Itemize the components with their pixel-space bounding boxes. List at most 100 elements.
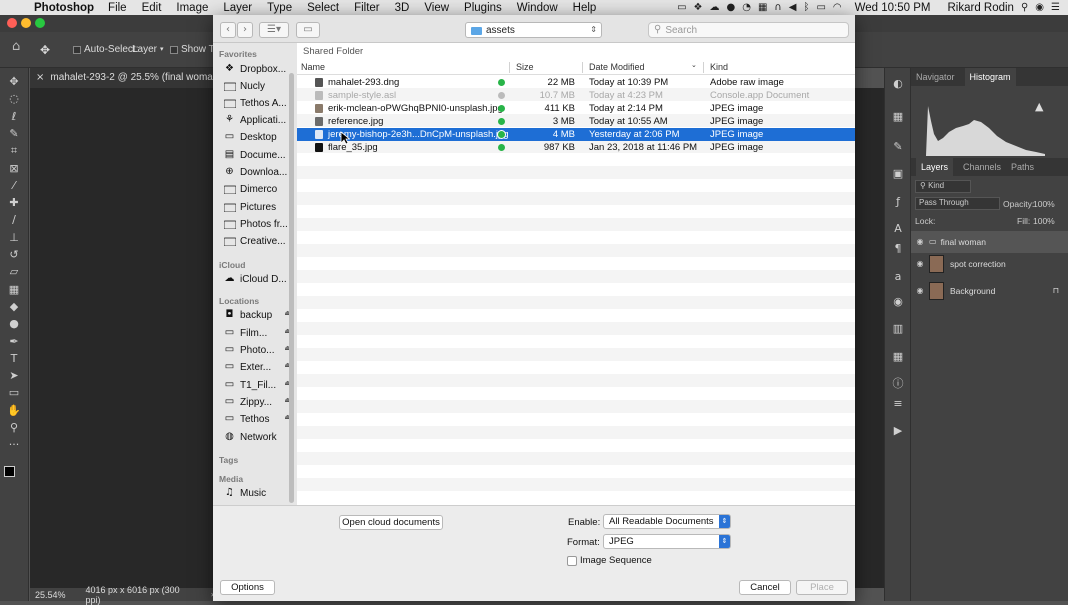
healing-brush-icon[interactable]: ✚ — [6, 197, 22, 211]
new-folder-button[interactable]: ▭ — [296, 22, 320, 38]
character-panel-icon[interactable]: A — [890, 223, 906, 237]
sidebar-item-photo[interactable]: ▭ Photo... ⏏ — [223, 342, 295, 358]
gradient-tool-icon[interactable]: ▦ — [6, 284, 22, 298]
eyedropper-icon[interactable]: ⁄ — [6, 180, 22, 194]
dodge-tool-icon[interactable]: ● — [6, 318, 22, 332]
sidebar-item-applications[interactable]: ⚘ Applicati... — [223, 112, 295, 128]
panel-icon-a[interactable]: ◐ — [890, 78, 906, 92]
frame-tool-icon[interactable]: ⊠ — [6, 163, 22, 177]
image-sequence-checkbox[interactable] — [567, 556, 577, 566]
menu-image[interactable]: Image — [176, 2, 208, 14]
column-header-kind[interactable]: Kind — [710, 62, 728, 72]
sidebar-item-backup[interactable]: ◘ backup ⏏ — [223, 307, 295, 323]
move-tool-icon[interactable]: ✥ — [6, 76, 22, 90]
file-row[interactable]: flare_35.jpg 987 KB Jan 23, 2018 at 11:4… — [297, 141, 855, 154]
zoom-window-icon[interactable] — [35, 18, 45, 28]
panel-icon-c[interactable]: ✎ — [890, 141, 906, 155]
rectangle-tool-icon[interactable]: ▭ — [6, 387, 22, 401]
tray-record-icon[interactable]: ● — [726, 2, 735, 13]
tray-headphones-icon[interactable]: ∩ — [774, 2, 781, 13]
menu-type[interactable]: Type — [267, 2, 292, 14]
sidebar-scrollbar[interactable] — [289, 73, 294, 503]
layer-row-spot-correction[interactable]: ◉ spot correction — [911, 253, 1068, 275]
tab-paths[interactable]: Paths — [1011, 162, 1034, 172]
sidebar-item-creative[interactable]: Creative... — [223, 233, 295, 249]
forward-button[interactable]: › — [237, 22, 253, 38]
file-row[interactable]: mahalet-293.dng 22 MB Today at 10:39 PM … — [297, 76, 855, 89]
sidebar-item-downloads[interactable]: ⊕ Downloa... — [223, 164, 295, 180]
tray-screen-icon[interactable]: ▭ — [677, 2, 686, 13]
type-tool-icon[interactable]: T — [6, 353, 22, 367]
sidebar-item-icloud-drive[interactable]: ☁ iCloud D... — [223, 271, 295, 287]
tray-sync-icon[interactable]: ☁ — [709, 2, 719, 13]
marquee-tool-icon[interactable]: ◌ — [6, 93, 22, 107]
panel-icon-d[interactable]: ▣ — [890, 168, 906, 182]
column-header-size[interactable]: Size — [516, 62, 534, 72]
sidebar-item-photos[interactable]: Photos fr... — [223, 216, 295, 232]
back-button[interactable]: ‹ — [220, 22, 236, 38]
document-tab[interactable]: × mahalet-293-2 @ 25.5% (final woman, RGB… — [30, 68, 215, 88]
siri-icon[interactable]: ◉ — [1035, 2, 1044, 13]
more-tools-icon[interactable]: ··· — [6, 439, 22, 453]
clone-stamp-icon[interactable]: ⊥ — [6, 232, 22, 246]
eraser-icon[interactable]: ▱ — [6, 266, 22, 280]
open-cloud-documents-button[interactable]: Open cloud documents — [339, 515, 443, 530]
tab-layers[interactable]: Layers — [916, 158, 954, 176]
opacity-value[interactable]: 100% — [1033, 199, 1055, 209]
libraries-icon[interactable]: ▥ — [890, 323, 906, 337]
close-window-icon[interactable] — [7, 18, 17, 28]
sidebar-item-documents[interactable]: ▤ Docume... — [223, 147, 295, 163]
foreground-color-swatch[interactable] — [4, 466, 15, 477]
crop-tool-icon[interactable]: ⌗ — [6, 145, 22, 159]
auto-select-checkbox[interactable] — [73, 45, 81, 54]
menu-layer[interactable]: Layer — [223, 2, 252, 14]
sidebar-item-dropbox[interactable]: ❖ Dropbox... — [223, 61, 295, 77]
layer-row-background[interactable]: ◉ Background ⊓ — [911, 280, 1068, 302]
menu-plugins[interactable]: Plugins — [464, 2, 502, 14]
tab-histogram[interactable]: Histogram — [964, 68, 1016, 86]
minimize-window-icon[interactable] — [21, 18, 31, 28]
sidebar-item-desktop[interactable]: ▭ Desktop — [223, 129, 295, 145]
info-icon[interactable]: ⓘ — [890, 378, 906, 392]
zoom-tool-icon[interactable]: ⚲ — [6, 422, 22, 436]
visibility-eye-icon[interactable]: ◉ — [911, 238, 929, 246]
brush-tool-icon[interactable]: ∕ — [6, 214, 22, 228]
hand-tool-icon[interactable]: ✋ — [6, 405, 22, 419]
place-button[interactable]: Place — [796, 580, 848, 595]
menu-filter[interactable]: Filter — [354, 2, 380, 14]
tray-dropbox-icon[interactable]: ❖ — [694, 2, 703, 13]
menu-3d[interactable]: 3D — [395, 2, 410, 14]
sidebar-item-external[interactable]: ▭ Exter... ⏏ — [223, 359, 295, 375]
path-select-icon[interactable]: ➤ — [6, 370, 22, 384]
visibility-eye-icon[interactable]: ◉ — [911, 260, 929, 268]
paragraph-panel-icon[interactable]: ¶ — [890, 243, 906, 257]
search-field[interactable]: ⚲ Search — [648, 22, 849, 38]
sidebar-item-network[interactable]: ◍ Network — [223, 429, 295, 445]
menu-edit[interactable]: Edit — [142, 2, 162, 14]
column-header-name[interactable]: Name — [301, 62, 325, 72]
column-header-date[interactable]: Date Modified — [589, 62, 645, 72]
layer-row-final-woman[interactable]: ◉ ▭ final woman — [911, 231, 1068, 253]
panel-icon-b[interactable]: ▦ — [890, 111, 906, 125]
tray-clock-icon[interactable]: ◔ — [742, 2, 751, 13]
notification-center-icon[interactable]: ☰ — [1051, 2, 1060, 13]
blend-mode-dropdown[interactable]: Pass Through — [915, 197, 1000, 210]
fill-value[interactable]: 100% — [1033, 216, 1055, 226]
zoom-level[interactable]: 25.54% — [35, 590, 66, 600]
spotlight-search-icon[interactable]: ⚲ — [1021, 2, 1028, 13]
tab-channels[interactable]: Channels — [963, 162, 1001, 172]
auto-select-dropdown[interactable]: Layer ▾ — [132, 44, 164, 55]
pen-tool-icon[interactable]: ✒ — [6, 336, 22, 350]
3d-icon[interactable]: ◉ — [890, 296, 906, 310]
location-popup[interactable]: assets ⇕ — [465, 22, 602, 38]
sidebar-item-tethos-a[interactable]: Tethos A... — [223, 95, 295, 111]
menu-view[interactable]: View — [424, 2, 449, 14]
adjustments-icon[interactable]: ≡ — [890, 398, 906, 412]
menu-clock[interactable]: Wed 10:50 PM — [855, 2, 931, 14]
warning-icon[interactable]: ▲ — [1035, 100, 1044, 113]
tray-battery-icon[interactable]: ▭ — [816, 2, 825, 13]
blur-tool-icon[interactable]: ◆ — [6, 301, 22, 315]
layer-filter-dropdown[interactable]: ⚲ Kind — [915, 180, 971, 193]
visibility-eye-icon[interactable]: ◉ — [911, 287, 929, 295]
history-brush-icon[interactable]: ↺ — [6, 249, 22, 263]
